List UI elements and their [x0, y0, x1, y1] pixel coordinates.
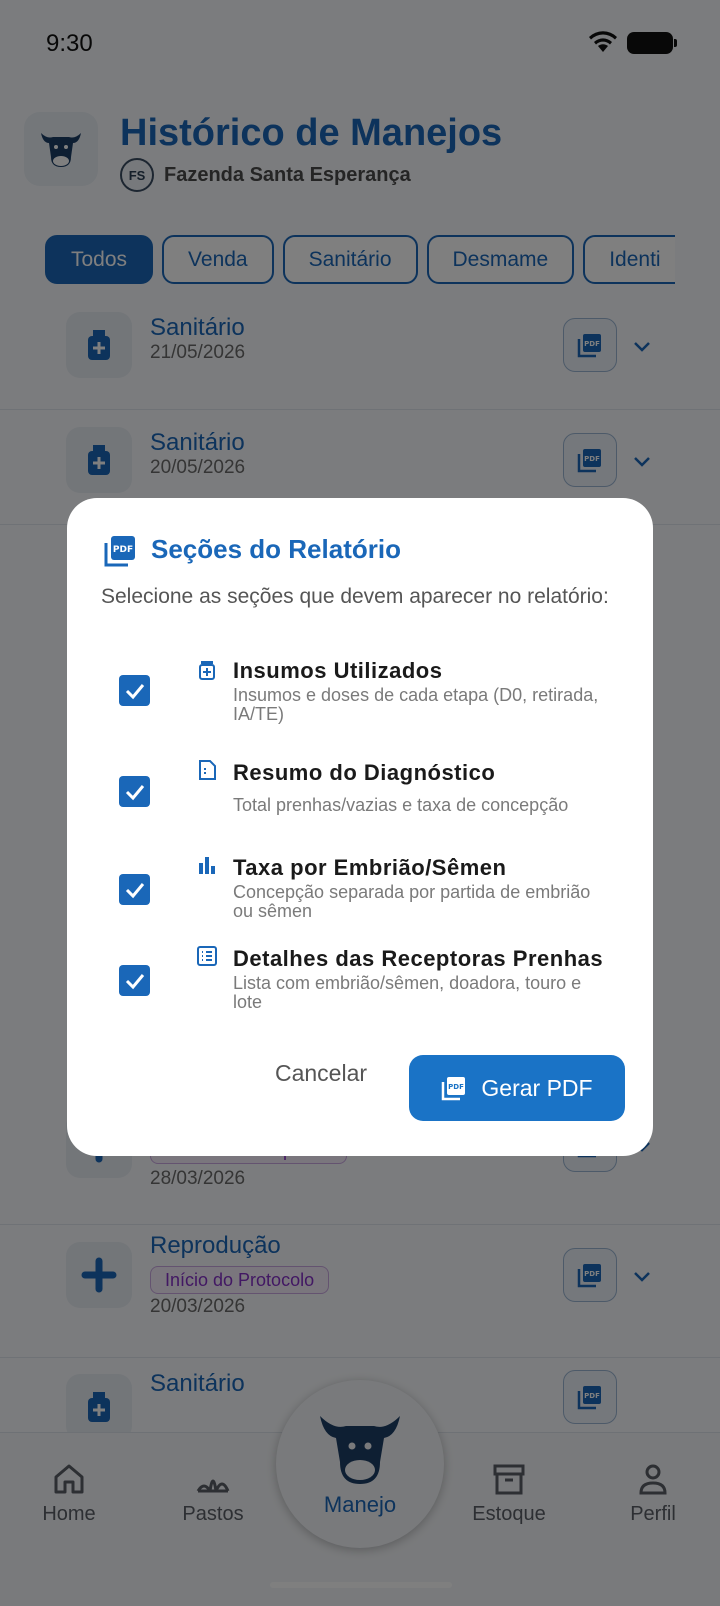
bar-chart-icon [199, 857, 215, 874]
check-icon [125, 973, 144, 989]
cancel-button[interactable]: Cancelar [267, 1050, 375, 1096]
option-title: Detalhes das Receptoras Prenhas [233, 946, 604, 971]
checkbox-resumo[interactable] [119, 776, 150, 807]
option-description: Total prenhas/vazias e taxa de concepção [233, 795, 569, 815]
generate-pdf-label: Gerar PDF [481, 1074, 593, 1101]
option-title: Insumos Utilizados [233, 658, 443, 683]
checkbox-detalhes[interactable] [119, 965, 150, 996]
generate-pdf-button[interactable]: PDF Gerar PDF [409, 1055, 625, 1121]
check-icon [125, 683, 144, 699]
list-icon [197, 946, 217, 966]
pdf-icon: PDF [442, 1077, 466, 1101]
dialog-description: Selecione as seções que devem aparecer n… [101, 585, 609, 608]
svg-text:PDF: PDF [449, 1083, 465, 1091]
option-title: Taxa por Embrião/Sêmen [233, 855, 507, 880]
option-description: Concepção separada por partida de embriã… [233, 882, 591, 921]
option-title: Resumo do Diagnóstico [233, 760, 496, 785]
pdf-icon: PDF [104, 536, 135, 567]
check-icon [125, 784, 144, 800]
medicine-icon [199, 661, 215, 680]
report-sections-dialog: PDF Seções do Relatório Selecione as seç… [67, 498, 653, 1156]
check-icon [125, 882, 144, 898]
dialog-title: Seções do Relatório [151, 534, 401, 564]
checkbox-insumos[interactable] [119, 675, 150, 706]
option-description: Insumos e doses de cada etapa (D0, retir… [233, 685, 599, 724]
option-description: Lista com embrião/sêmen, doadora, touro … [233, 973, 582, 1012]
checkbox-taxa[interactable] [119, 874, 150, 905]
svg-text:PDF: PDF [113, 545, 133, 555]
document-icon [199, 760, 216, 780]
